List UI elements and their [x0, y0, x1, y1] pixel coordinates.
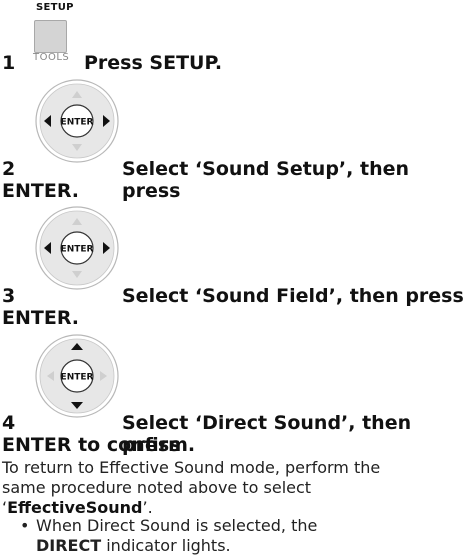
step-2-instruction-cont: ENTER.: [2, 180, 80, 202]
bullet-line-2: DIRECT indicator lights.: [36, 536, 466, 556]
dpad-left-right-icon: ENTER: [35, 79, 119, 163]
effective-sound-label: EffectiveSound: [7, 498, 143, 517]
bullet-line-1: When Direct Sound is selected, the: [36, 516, 318, 535]
note-line-1: To return to Effective Sound mode, perfo…: [2, 458, 381, 477]
note-line-3: ‘EffectiveSound’.: [2, 498, 466, 518]
setup-button-label: SETUP: [36, 2, 74, 13]
bullet-line-2-rest: indicator lights.: [101, 536, 231, 555]
dpad-center-label: ENTER: [61, 245, 94, 255]
step-1-instruction: Press SETUP.: [84, 52, 223, 74]
step-1-number: 1: [2, 52, 16, 74]
step-3-instruction: Select ‘Sound Field’, then press: [122, 285, 464, 307]
step-4-number: 4: [2, 412, 16, 434]
dpad-center-label: ENTER: [61, 373, 94, 383]
quote-close: ’.: [142, 498, 153, 517]
step-3-number: 3: [2, 285, 16, 307]
dpad-left-right-icon: ENTER: [35, 206, 119, 290]
note-line-2: same procedure noted above to select: [2, 478, 312, 497]
tools-button-label: TOOLS: [33, 52, 70, 63]
direct-indicator-label: DIRECT: [36, 536, 102, 555]
step-2-number: 2: [2, 158, 16, 180]
step-4-instruction-cont: ENTER to confirm.: [2, 434, 196, 456]
step-2-instruction: Select ‘Sound Setup’, then press: [122, 158, 410, 202]
setup-button-icon: [34, 20, 67, 53]
step-3-instruction-cont: ENTER.: [2, 307, 80, 329]
bullet-dot: •: [20, 516, 30, 535]
dpad-up-down-icon: ENTER: [35, 334, 119, 418]
dpad-center-label: ENTER: [61, 118, 94, 128]
